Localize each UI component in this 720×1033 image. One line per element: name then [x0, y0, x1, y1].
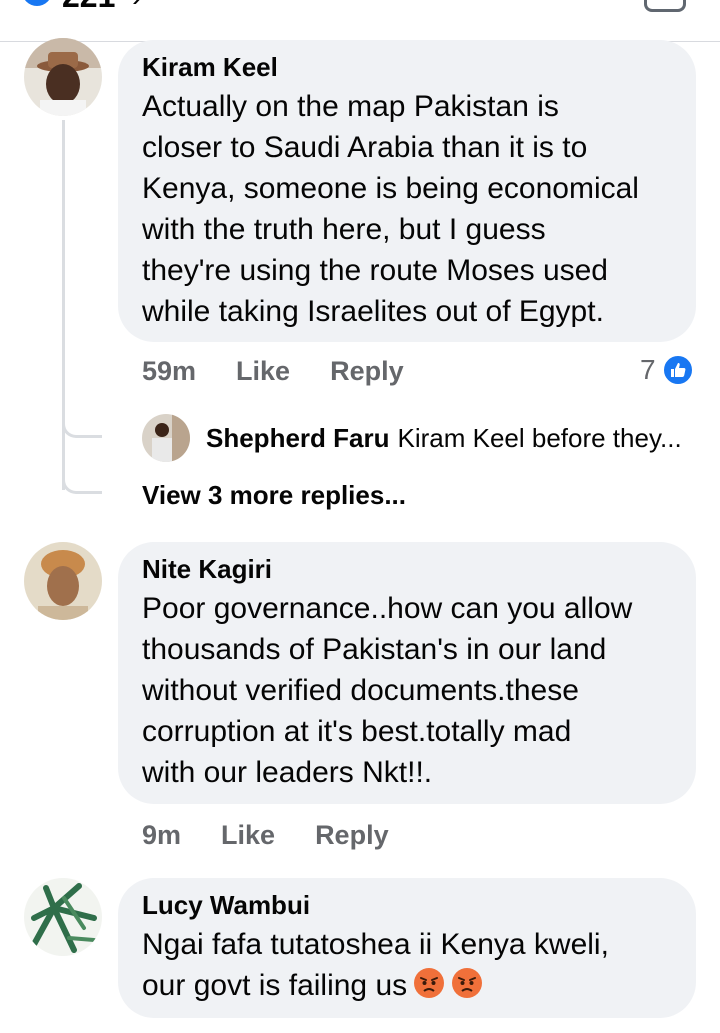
comment-author[interactable]: Lucy Wambui [142, 890, 672, 920]
chevron-right-icon[interactable]: › [132, 0, 142, 14]
avatar-image-shepherd [142, 414, 190, 462]
avatar[interactable] [24, 38, 102, 116]
angry-emoji-icon [414, 968, 445, 998]
avatar[interactable] [24, 542, 102, 620]
reply-text: Kiram Keel before they... [397, 422, 682, 453]
avatar[interactable] [142, 414, 190, 462]
avatar-image-kiram [24, 38, 102, 116]
thread-branch [62, 472, 102, 494]
comment-actions: 59m Like Reply [142, 356, 444, 387]
reply-preview[interactable]: Shepherd Faru Kiram Keel before they... [142, 414, 682, 462]
comment-actions: 9m Like Reply [142, 820, 429, 851]
comment-text: Poor governance..how can you allow thous… [142, 592, 633, 789]
comment-time: 9m [142, 820, 182, 850]
comment-author[interactable]: Nite Kagiri [142, 554, 672, 584]
reply-button[interactable]: Reply [330, 356, 404, 387]
angry-emoji-icon [452, 968, 483, 998]
comment-time: 59m [142, 356, 197, 386]
thread-line [62, 120, 65, 490]
like-button[interactable]: Like [221, 820, 275, 851]
like-reaction-icon [22, 0, 52, 6]
reply-button[interactable]: Reply [315, 820, 389, 851]
thread-branch [62, 416, 102, 438]
comment-text: Actually on the map Pakistan is closer t… [142, 90, 639, 328]
reactions-bar: 221 › [0, 0, 720, 42]
comment-bubble[interactable]: Kiram Keel Actually on the map Pakistan … [118, 40, 696, 342]
comment-text: Ngai fafa tutatoshea ii Kenya kweli, our… [142, 924, 672, 1006]
like-button[interactable]: Like [236, 356, 290, 387]
reply-author[interactable]: Shepherd Faru [206, 423, 389, 454]
post-reaction-count[interactable]: 221 [62, 0, 115, 15]
comment-author[interactable]: Kiram Keel [142, 52, 672, 82]
share-icon[interactable] [644, 0, 686, 12]
like-reaction-icon [661, 354, 694, 386]
avatar-image-lucy [24, 878, 102, 956]
comment-bubble[interactable]: Nite Kagiri Poor governance..how can you… [118, 542, 696, 804]
avatar-image-nite [24, 542, 102, 620]
comment-reactions[interactable]: 7 [640, 354, 694, 386]
reaction-count: 7 [640, 354, 656, 385]
comment-bubble[interactable]: Lucy Wambui Ngai fafa tutatoshea ii Keny… [118, 878, 696, 1018]
comment-text-body: Ngai fafa tutatoshea ii Kenya kweli, our… [142, 928, 609, 1002]
avatar[interactable] [24, 878, 102, 956]
view-more-replies-link[interactable]: View 3 more replies... [142, 480, 406, 511]
